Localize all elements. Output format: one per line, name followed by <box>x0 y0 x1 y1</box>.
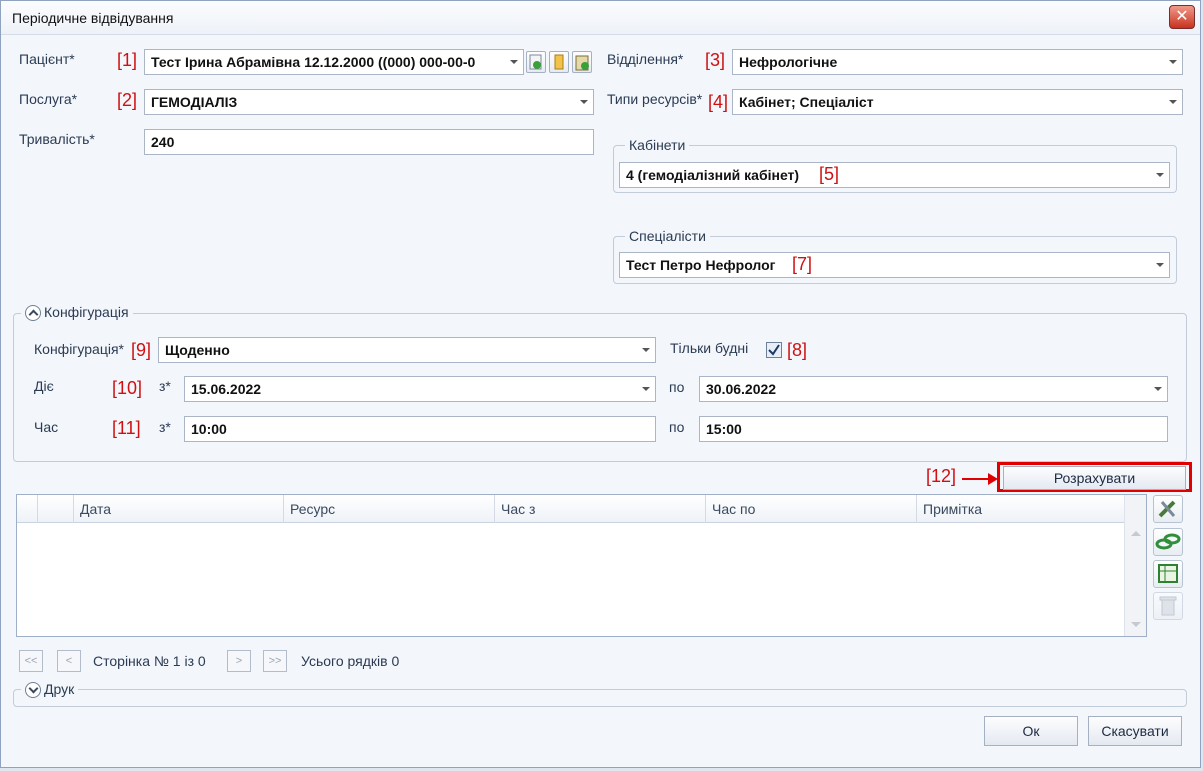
ok-button[interactable]: Ок <box>984 716 1078 746</box>
time-from-value: 10:00 <box>191 421 227 437</box>
annotation-8: [8] <box>787 340 808 360</box>
tools-icon[interactable] <box>1153 495 1183 523</box>
resource-types-select[interactable]: Кабінет; Спеціаліст <box>732 89 1183 115</box>
cancel-button[interactable]: Скасувати <box>1088 716 1182 746</box>
window-title: Періодичне відвідування <box>12 10 174 26</box>
duration-label: Тривалість* <box>19 131 95 147</box>
time-to-label: по <box>669 419 685 435</box>
grid-col-note[interactable]: Примітка <box>916 495 1124 523</box>
checkmark-icon <box>768 344 780 356</box>
chevron-down-icon <box>1169 100 1177 104</box>
pager-next-button[interactable]: > <box>227 650 251 672</box>
config-label: Конфігурація* <box>34 341 124 357</box>
pager-last-button[interactable]: >> <box>263 650 287 672</box>
configuration-toggle[interactable]: Конфігурація <box>21 304 133 322</box>
print-legend: Друк <box>44 681 75 697</box>
annotation-2: [2] <box>117 90 138 110</box>
time-from-input[interactable]: 10:00 <box>184 416 656 442</box>
patient-card-icon[interactable] <box>549 51 569 73</box>
active-to-value: 30.06.2022 <box>706 381 777 397</box>
chevron-down-icon <box>1156 263 1164 267</box>
grid-header: Дата Ресурс Час з Час по Примітка <box>17 495 1124 523</box>
service-value: ГЕМОДІАЛІЗ <box>151 94 238 110</box>
config-value: Щоденно <box>165 342 230 358</box>
cabinets-select[interactable]: 4 (гемодіалізний кабінет) <box>619 162 1170 188</box>
chevron-down-icon <box>25 682 41 699</box>
pager-prev-button[interactable]: < <box>57 650 81 672</box>
department-select[interactable]: Нефрологічне <box>732 49 1183 75</box>
print-toggle[interactable]: Друк <box>21 681 79 699</box>
chevron-down-icon <box>1156 173 1164 177</box>
annotation-5: [5] <box>819 164 840 184</box>
patient-document-icon[interactable] <box>572 51 592 73</box>
annotation-7: [7] <box>792 254 813 274</box>
close-icon[interactable]: ✕ <box>1169 5 1195 29</box>
chevron-down-icon <box>1169 60 1177 64</box>
resource-types-value: Кабінет; Спеціаліст <box>739 94 874 110</box>
scroll-up-icon <box>1131 531 1141 536</box>
pager-page-text: Сторінка № 1 із 0 <box>93 653 206 669</box>
calculate-button[interactable]: Розрахувати <box>1003 466 1186 490</box>
specialists-select[interactable]: Тест Петро Нефролог <box>619 252 1170 278</box>
cabinets-legend: Кабінети <box>625 137 690 153</box>
patient-add-icon[interactable] <box>526 51 546 73</box>
chevron-down-icon <box>642 348 650 352</box>
annotation-11: [11] <box>112 418 141 438</box>
annotation-4: [4] <box>708 92 729 112</box>
department-label: Відділення* <box>607 51 684 67</box>
grid-col-resource[interactable]: Ресурс <box>283 495 494 523</box>
patient-label: Пацієнт* <box>19 51 75 67</box>
duration-input[interactable]: 240 <box>144 129 594 155</box>
patient-value: Тест Ірина Абрамівна 12.12.2000 ((000) 0… <box>151 54 476 70</box>
scroll-down-icon <box>1131 622 1141 627</box>
patient-select[interactable]: Тест Ірина Абрамівна 12.12.2000 ((000) 0… <box>144 49 524 75</box>
time-to-value: 15:00 <box>706 421 742 437</box>
service-select[interactable]: ГЕМОДІАЛІЗ <box>144 89 594 115</box>
config-select[interactable]: Щоденно <box>158 337 656 363</box>
duration-value: 240 <box>151 134 175 150</box>
specialists-value: Тест Петро Нефролог <box>626 257 776 273</box>
chevron-down-icon <box>1154 387 1162 391</box>
annotation-12: [12] <box>926 466 957 486</box>
department-value: Нефрологічне <box>739 54 838 70</box>
chevron-down-icon <box>580 100 588 104</box>
annotation-3: [3] <box>705 50 726 70</box>
resource-types-label: Типи ресурсів* <box>607 91 703 107</box>
active-from-date[interactable]: 15.06.2022 <box>184 376 656 402</box>
arrow-right-icon <box>962 473 998 485</box>
link-icon[interactable] <box>1153 528 1183 556</box>
active-to-label: по <box>669 379 685 395</box>
grid-scrollbar[interactable] <box>1124 495 1146 636</box>
print-group <box>13 689 1187 707</box>
specialists-legend: Спеціалісти <box>625 228 710 244</box>
chevron-down-icon <box>642 387 650 391</box>
grid-col-date[interactable]: Дата <box>73 495 283 523</box>
cabinets-value: 4 (гемодіалізний кабінет) <box>626 167 800 183</box>
pager-total-text: Усього рядків 0 <box>301 653 400 669</box>
title-bar: Періодичне відвідування ✕ <box>1 1 1200 35</box>
time-from-label: з* <box>159 419 171 435</box>
annotation-1: [1] <box>117 50 138 70</box>
annotation-9: [9] <box>131 340 152 360</box>
active-from-value: 15.06.2022 <box>191 381 262 397</box>
active-from-label: з* <box>159 378 171 394</box>
active-to-date[interactable]: 30.06.2022 <box>699 376 1168 402</box>
weekdays-only-label: Тільки будні <box>670 340 749 356</box>
grid-col-time-to[interactable]: Час по <box>705 495 916 523</box>
annotation-10: [10] <box>112 378 143 398</box>
time-label: Час <box>34 419 59 435</box>
chevron-down-icon <box>510 60 518 64</box>
service-label: Послуга* <box>19 91 78 107</box>
pager-first-button[interactable]: << <box>19 650 43 672</box>
grid-col-time-from[interactable]: Час з <box>494 495 705 523</box>
results-grid: Дата Ресурс Час з Час по Примітка <box>16 494 1147 637</box>
weekdays-only-checkbox[interactable] <box>766 342 782 358</box>
trash-icon[interactable] <box>1153 592 1183 620</box>
chevron-up-icon <box>25 305 41 322</box>
periodic-visit-dialog: Періодичне відвідування ✕ Пацієнт* [1] Т… <box>0 0 1201 768</box>
table-icon[interactable] <box>1153 560 1183 588</box>
active-label: Діє <box>34 378 54 394</box>
time-to-input[interactable]: 15:00 <box>699 416 1168 442</box>
configuration-legend: Конфігурація <box>44 304 129 320</box>
